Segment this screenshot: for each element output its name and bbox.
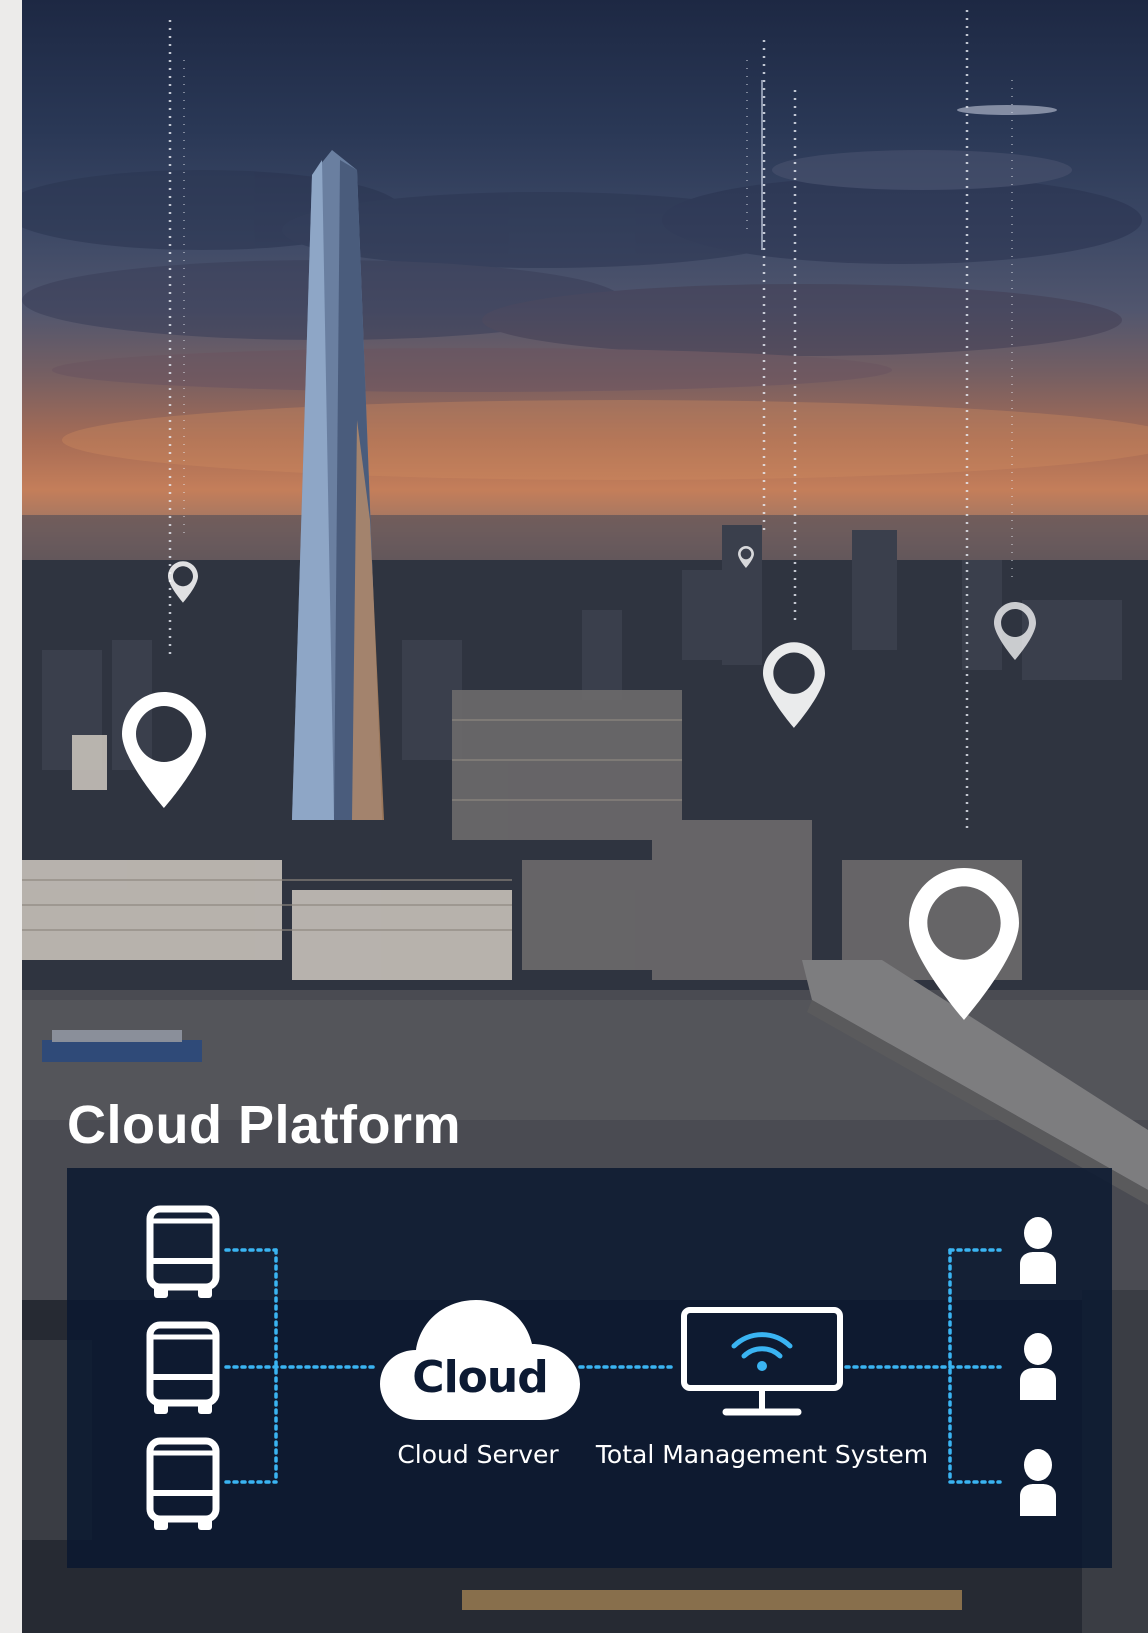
- user-icon: [1020, 1333, 1056, 1400]
- bus-icon: [146, 1437, 220, 1530]
- bus-icon: [146, 1321, 220, 1414]
- user-icon: [1020, 1449, 1056, 1516]
- management-system-label: Total Management System: [595, 1440, 929, 1469]
- monitor-wifi-icon: [681, 1307, 843, 1416]
- cloud-server-label: Cloud Server: [397, 1440, 559, 1469]
- cloud-word: Cloud: [412, 1352, 548, 1403]
- user-icon: [1020, 1217, 1056, 1284]
- bus-icon: [146, 1205, 220, 1298]
